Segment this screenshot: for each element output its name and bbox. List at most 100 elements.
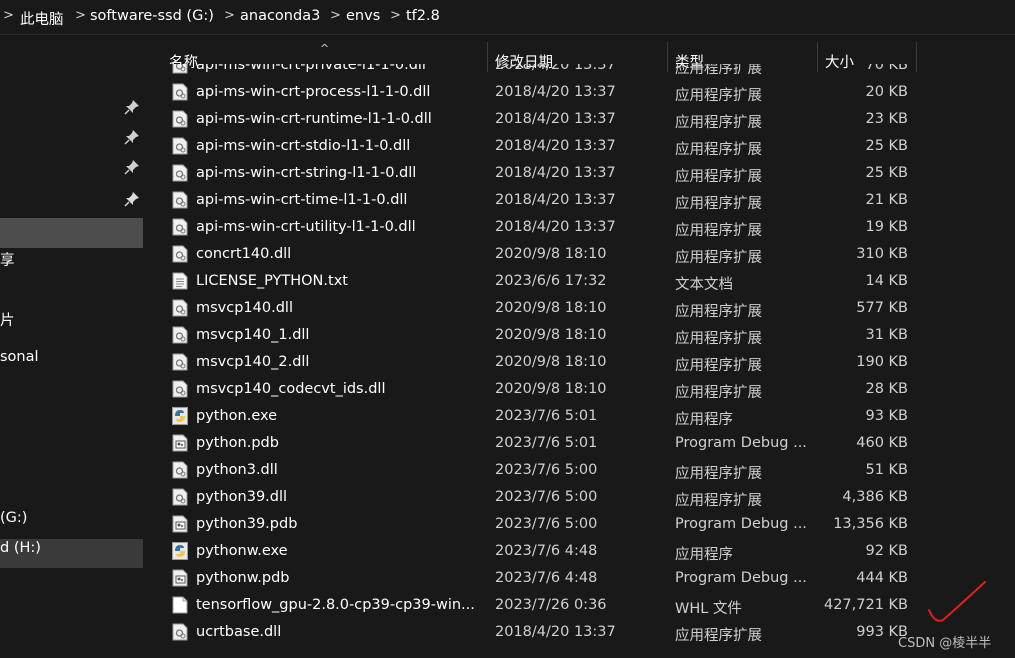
file-size: 19 KB — [865, 219, 908, 235]
chevron-right-icon[interactable]: > — [224, 8, 235, 23]
file-row[interactable]: python39.dll 2023/7/6 5:00 应用程序扩展 4,386 KB — [145, 484, 1015, 511]
file-row[interactable]: msvcp140_codecvt_ids.dll 2020/9/8 18:10 应用… — [145, 376, 1015, 403]
file-row[interactable]: python3.dll 2023/7/6 5:00 应用程序扩展 51 KB — [145, 457, 1015, 484]
nav-item-label[interactable]: 片 — [0, 309, 15, 330]
file-type: 应用程序扩展 — [675, 196, 762, 212]
file-modified-date: 2018/4/20 13:37 — [495, 64, 616, 73]
file-size: 25 KB — [865, 165, 908, 181]
dll-file-icon — [172, 299, 188, 317]
dll-file-icon — [172, 380, 188, 398]
file-row[interactable]: msvcp140_2.dll 2020/9/8 18:10 应用程序扩展 190 KB — [145, 349, 1015, 376]
file-row[interactable]: pythonw.exe 2023/7/6 4:48 应用程序 92 KB — [145, 538, 1015, 565]
file-modified-date: 2023/7/6 5:00 — [495, 489, 598, 505]
chevron-right-icon[interactable]: > — [330, 8, 341, 23]
nav-item-label[interactable]: 享 — [0, 249, 15, 270]
dll-file-icon — [172, 326, 188, 344]
nav-item-drive-g-label[interactable]: (G:) — [0, 510, 27, 526]
file-size: 70 KB — [865, 64, 908, 73]
dll-file-icon — [172, 110, 188, 128]
file-row[interactable]: api-ms-win-crt-time-l1-1-0.dll 2018/4/20 … — [145, 187, 1015, 214]
pin-icon[interactable] — [124, 191, 140, 207]
watermark-text: CSDN @棱半半 — [898, 636, 992, 651]
nav-item-drive-h-label[interactable]: d (H:) — [0, 540, 41, 556]
file-list[interactable]: api-ms-win-crt-private-l1-1-0.dll 2018/4/… — [145, 64, 1015, 658]
file-name: pythonw.exe — [196, 543, 288, 559]
file-name: api-ms-win-crt-runtime-l1-1-0.dll — [196, 111, 432, 127]
file-modified-date: 2018/4/20 13:37 — [495, 219, 616, 235]
pin-icon[interactable] — [124, 159, 140, 175]
file-row[interactable]: api-ms-win-crt-string-l1-1-0.dll 2018/4/2… — [145, 160, 1015, 187]
file-row[interactable]: api-ms-win-crt-process-l1-1-0.dll 2018/4/… — [145, 79, 1015, 106]
breadcrumb-item-this-pc[interactable]: 此电脑 — [20, 8, 64, 29]
chevron-right-icon[interactable]: > — [390, 8, 401, 23]
file-type: 应用程序 — [675, 547, 733, 563]
text-file-icon — [172, 272, 188, 290]
file-row[interactable]: msvcp140_1.dll 2020/9/8 18:10 应用程序扩展 31 KB — [145, 322, 1015, 349]
dll-file-icon — [172, 623, 188, 641]
file-name: api-ms-win-crt-time-l1-1-0.dll — [196, 192, 408, 208]
file-row[interactable]: msvcp140.dll 2020/9/8 18:10 应用程序扩展 577 KB — [145, 295, 1015, 322]
nav-item-label[interactable]: sonal — [0, 349, 39, 365]
file-row[interactable]: concrt140.dll 2020/9/8 18:10 应用程序扩展 310 KB — [145, 241, 1015, 268]
file-modified-date: 2018/4/20 13:37 — [495, 111, 616, 127]
file-row[interactable]: api-ms-win-crt-runtime-l1-1-0.dll 2018/4/… — [145, 106, 1015, 133]
file-size: 20 KB — [865, 84, 908, 100]
file-type: 应用程序扩展 — [675, 169, 762, 185]
file-row[interactable]: api-ms-win-crt-stdio-l1-1-0.dll 2018/4/20… — [145, 133, 1015, 160]
dll-file-icon — [172, 137, 188, 155]
file-row[interactable]: pythonw.pdb 2023/7/6 4:48 Program Debug ..… — [145, 565, 1015, 592]
file-modified-date: 2020/9/8 18:10 — [495, 246, 607, 262]
file-modified-date: 2023/6/6 17:32 — [495, 273, 607, 289]
pin-icon[interactable] — [124, 129, 140, 145]
dll-file-icon — [172, 83, 188, 101]
file-type: 应用程序扩展 — [675, 358, 762, 374]
file-size: 31 KB — [865, 327, 908, 343]
file-type: 应用程序扩展 — [675, 64, 762, 77]
file-row[interactable]: LICENSE_PYTHON.txt 2023/6/6 17:32 文本文档 14 K… — [145, 268, 1015, 295]
file-modified-date: 2020/9/8 18:10 — [495, 381, 607, 397]
file-row[interactable]: python39.pdb 2023/7/6 5:00 Program Debug .… — [145, 511, 1015, 538]
file-name: api-ms-win-crt-private-l1-1-0.dll — [196, 64, 426, 73]
file-size: 21 KB — [865, 192, 908, 208]
file-row[interactable]: api-ms-win-crt-utility-l1-1-0.dll 2018/4/… — [145, 214, 1015, 241]
file-type: WHL 文件 — [675, 601, 742, 617]
file-name: ucrtbase.dll — [196, 624, 282, 640]
file-size: 23 KB — [865, 111, 908, 127]
chevron-right-icon[interactable]: > — [75, 8, 86, 23]
file-modified-date: 2023/7/6 5:00 — [495, 462, 598, 478]
file-name: api-ms-win-crt-process-l1-1-0.dll — [196, 84, 431, 100]
breadcrumb-item-envs[interactable]: envs — [346, 8, 380, 24]
navigation-pane[interactable]: 享 片 sonal (G:) d (H:) — [0, 35, 144, 658]
file-name: python3.dll — [196, 462, 278, 478]
file-modified-date: 2018/4/20 13:37 — [495, 138, 616, 154]
file-name: python.exe — [196, 408, 278, 424]
file-type: 应用程序扩展 — [675, 493, 762, 509]
file-row[interactable]: tensorflow_gpu-2.8.0-cp39-cp39-win... 202… — [145, 592, 1015, 619]
file-size: 444 KB — [856, 570, 908, 586]
address-bar[interactable]: > 此电脑 > software-ssd (G:) > anaconda3 > … — [0, 0, 1015, 35]
dll-file-icon — [172, 461, 188, 479]
nav-item-selected[interactable] — [0, 218, 143, 248]
file-type: 文本文档 — [675, 277, 733, 293]
file-type: 应用程序扩展 — [675, 466, 762, 482]
file-size: 92 KB — [865, 543, 908, 559]
file-size: 13,356 KB — [833, 516, 908, 532]
pdb-file-icon — [172, 569, 188, 587]
dll-file-icon — [172, 191, 188, 209]
file-modified-date: 2020/9/8 18:10 — [495, 300, 607, 316]
file-row[interactable]: ucrtbase.dll 2018/4/20 13:37 应用程序扩展 993 KB — [145, 619, 1015, 646]
file-modified-date: 2018/4/20 13:37 — [495, 84, 616, 100]
pin-icon[interactable] — [124, 99, 140, 115]
breadcrumb-item-anaconda3[interactable]: anaconda3 — [240, 8, 320, 24]
file-type: 应用程序扩展 — [675, 304, 762, 320]
sort-ascending-icon: ^ — [320, 42, 330, 55]
breadcrumb-item-drive[interactable]: software-ssd (G:) — [90, 8, 214, 24]
breadcrumb-item-tf28[interactable]: tf2.8 — [406, 8, 440, 24]
file-row[interactable]: python.exe 2023/7/6 5:01 应用程序 93 KB — [145, 403, 1015, 430]
file-modified-date: 2020/9/8 18:10 — [495, 327, 607, 343]
file-size: 14 KB — [865, 273, 908, 289]
file-row[interactable]: python.pdb 2023/7/6 5:01 Program Debug ...… — [145, 430, 1015, 457]
file-name: pythonw.pdb — [196, 570, 290, 586]
file-row[interactable]: api-ms-win-crt-private-l1-1-0.dll 2018/4/… — [145, 64, 1015, 79]
file-size: 51 KB — [865, 462, 908, 478]
